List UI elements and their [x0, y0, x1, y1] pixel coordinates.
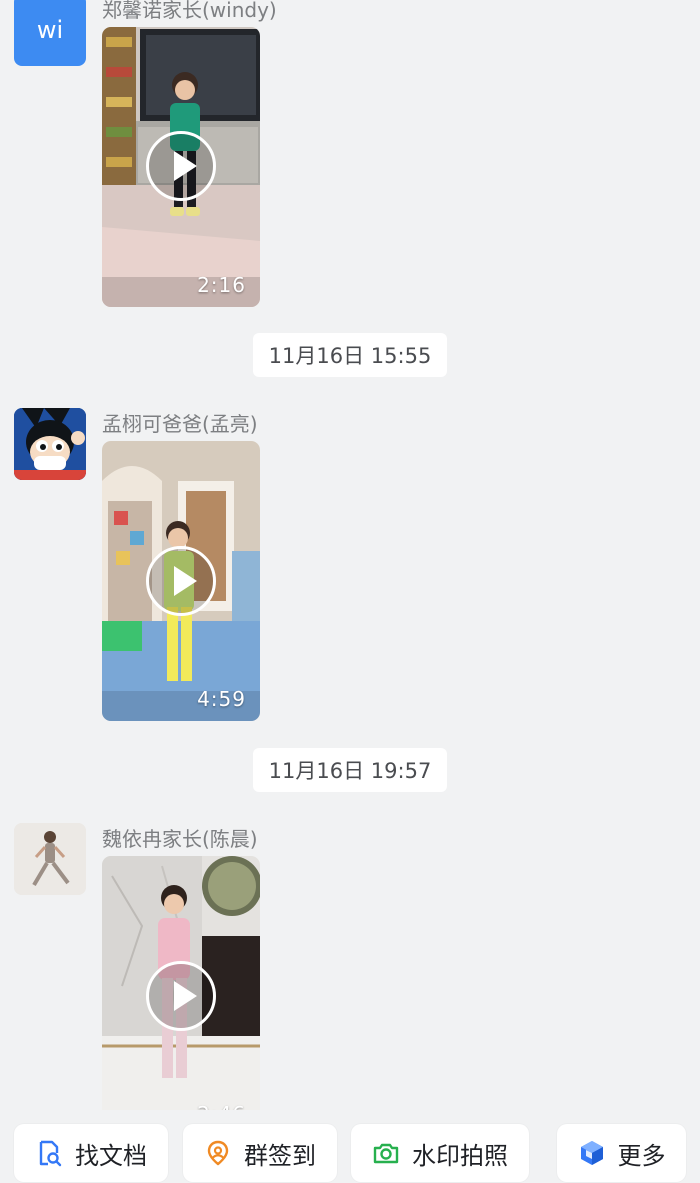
sender-name: 孟栩可爸爸(孟亮)	[102, 412, 258, 436]
quick-action-bar: 找文档 群签到 水印拍照 更多	[0, 1112, 700, 1183]
sender-name: 郑馨诺家长(windy)	[102, 0, 277, 22]
quick-action-label: 找文档	[75, 1141, 147, 1170]
dancer-photo-icon	[14, 823, 86, 895]
camera-icon	[372, 1139, 400, 1167]
sender-name: 魏依冉家长(陈晨)	[102, 827, 258, 851]
location-pin-icon	[204, 1139, 232, 1167]
message-timestamp: 11月16日 19:57	[253, 748, 447, 792]
group-checkin-button[interactable]: 群签到	[183, 1124, 337, 1182]
play-button[interactable]	[146, 961, 216, 1031]
play-button[interactable]	[146, 546, 216, 616]
play-icon	[174, 566, 197, 596]
video-message[interactable]: 2:16	[102, 27, 260, 307]
doc-search-icon	[35, 1139, 63, 1167]
message-timestamp: 11月16日 15:55	[253, 333, 447, 377]
more-button[interactable]: 更多	[557, 1124, 686, 1182]
avatar-photo[interactable]	[14, 823, 86, 895]
avatar-windy[interactable]: wi	[14, 0, 86, 66]
cartoon-boy-icon	[14, 408, 86, 480]
chat-page: wi 郑馨诺家长(windy) 2:16 11月16日 15:55 孟栩可爸爸(…	[0, 0, 700, 1183]
find-doc-button[interactable]: 找文档	[14, 1124, 168, 1182]
quick-action-label: 更多	[617, 1141, 666, 1170]
video-duration: 4:59	[197, 687, 246, 711]
avatar-astro-boy[interactable]	[14, 408, 86, 480]
quick-action-label: 群签到	[244, 1141, 316, 1170]
watermark-photo-button[interactable]: 水印拍照	[351, 1124, 529, 1182]
play-button[interactable]	[146, 131, 216, 201]
video-duration: 2:46	[197, 1102, 246, 1110]
video-message[interactable]: 4:59	[102, 441, 260, 721]
video-duration: 2:16	[197, 273, 246, 297]
avatar-initials: wi	[36, 16, 64, 44]
more-cube-icon	[578, 1139, 606, 1167]
quick-action-label: 水印拍照	[412, 1141, 508, 1170]
play-icon	[174, 981, 197, 1011]
play-icon	[174, 151, 197, 181]
video-message[interactable]: 2:46	[102, 856, 260, 1110]
